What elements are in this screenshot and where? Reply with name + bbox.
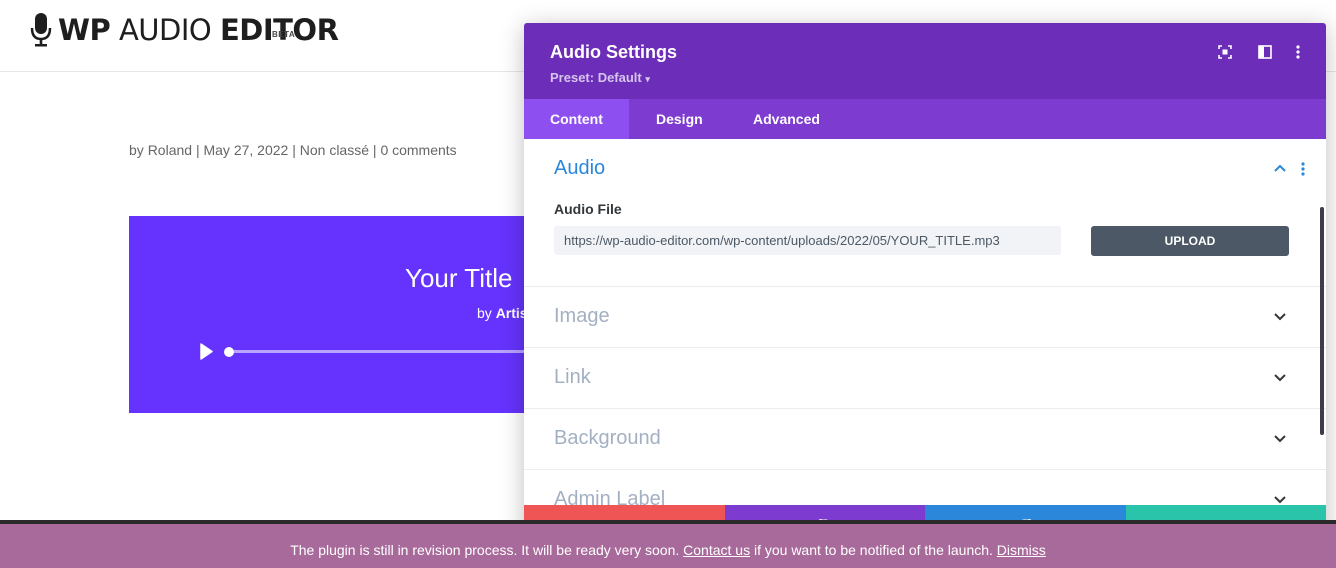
chevron-down-icon [1274,374,1286,382]
chevron-down-icon [1274,313,1286,321]
section-image[interactable]: Image [524,286,1326,347]
upload-button[interactable]: UPLOAD [1091,226,1289,256]
section-label: Image [554,305,610,327]
chevron-up-icon[interactable] [1273,163,1287,173]
logo-text: WP AUDIO EDITOR [58,13,339,47]
microphone-icon [30,13,52,47]
post-category-link[interactable]: Non classé [300,142,369,158]
notice-bar: The plugin is still in revision process.… [0,524,1336,568]
audio-file-label: Audio File [554,201,622,217]
meta-separator: | [195,142,200,158]
split-view-icon[interactable] [1257,44,1273,60]
post-author-link[interactable]: Roland [148,142,192,158]
post-comments-link[interactable]: 0 comments [380,142,456,158]
notice-text: The plugin is still in revision process.… [290,542,680,558]
section-link[interactable]: Link [524,347,1326,408]
chevron-down-icon [1274,496,1286,504]
modal-header: Audio Settings Preset: Default ▾ [524,23,1326,99]
tab-design[interactable]: Design [630,99,729,139]
dismiss-link[interactable]: Dismiss [997,542,1046,558]
section-label: Admin Label [554,488,666,505]
player-artist: by Artis [477,305,528,321]
audio-settings-modal: Audio Settings Preset: Default ▾ Content… [524,23,1326,545]
more-options-icon[interactable] [1290,44,1306,60]
modal-body: Audio Audio File UPLOAD Image Link Backg… [524,139,1326,505]
fullscreen-icon[interactable] [1217,44,1233,60]
section-admin-label[interactable]: Admin Label [524,469,1326,505]
meta-separator: | [292,142,296,158]
modal-title: Audio Settings [550,42,677,62]
section-audio-title[interactable]: Audio [554,157,605,180]
scrollbar[interactable] [1320,207,1324,435]
beta-badge: BETA [272,30,296,39]
contact-us-link[interactable]: Contact us [683,542,750,558]
chevron-down-icon [1274,435,1286,443]
play-icon[interactable] [200,343,214,360]
tab-advanced[interactable]: Advanced [727,99,846,139]
progress-handle[interactable] [224,347,234,357]
section-background[interactable]: Background [524,408,1326,469]
post-meta-by: by [129,142,144,158]
player-title: Your Title [405,263,513,293]
section-label: Background [554,427,661,449]
section-label: Link [554,366,591,388]
post-meta: by Roland | May 27, 2022 | Non classé | … [129,142,457,158]
section-options-icon[interactable] [1300,161,1306,177]
preset-dropdown[interactable]: Preset: Default ▾ [550,70,650,85]
audio-url-input[interactable] [554,226,1061,255]
notice-text: if you want to be notified of the launch… [753,542,993,558]
post-date: May 27, 2022 [203,142,289,158]
tab-content[interactable]: Content [524,99,629,139]
meta-separator: | [372,142,377,158]
settings-tabs: Content Design Advanced [524,99,1326,139]
